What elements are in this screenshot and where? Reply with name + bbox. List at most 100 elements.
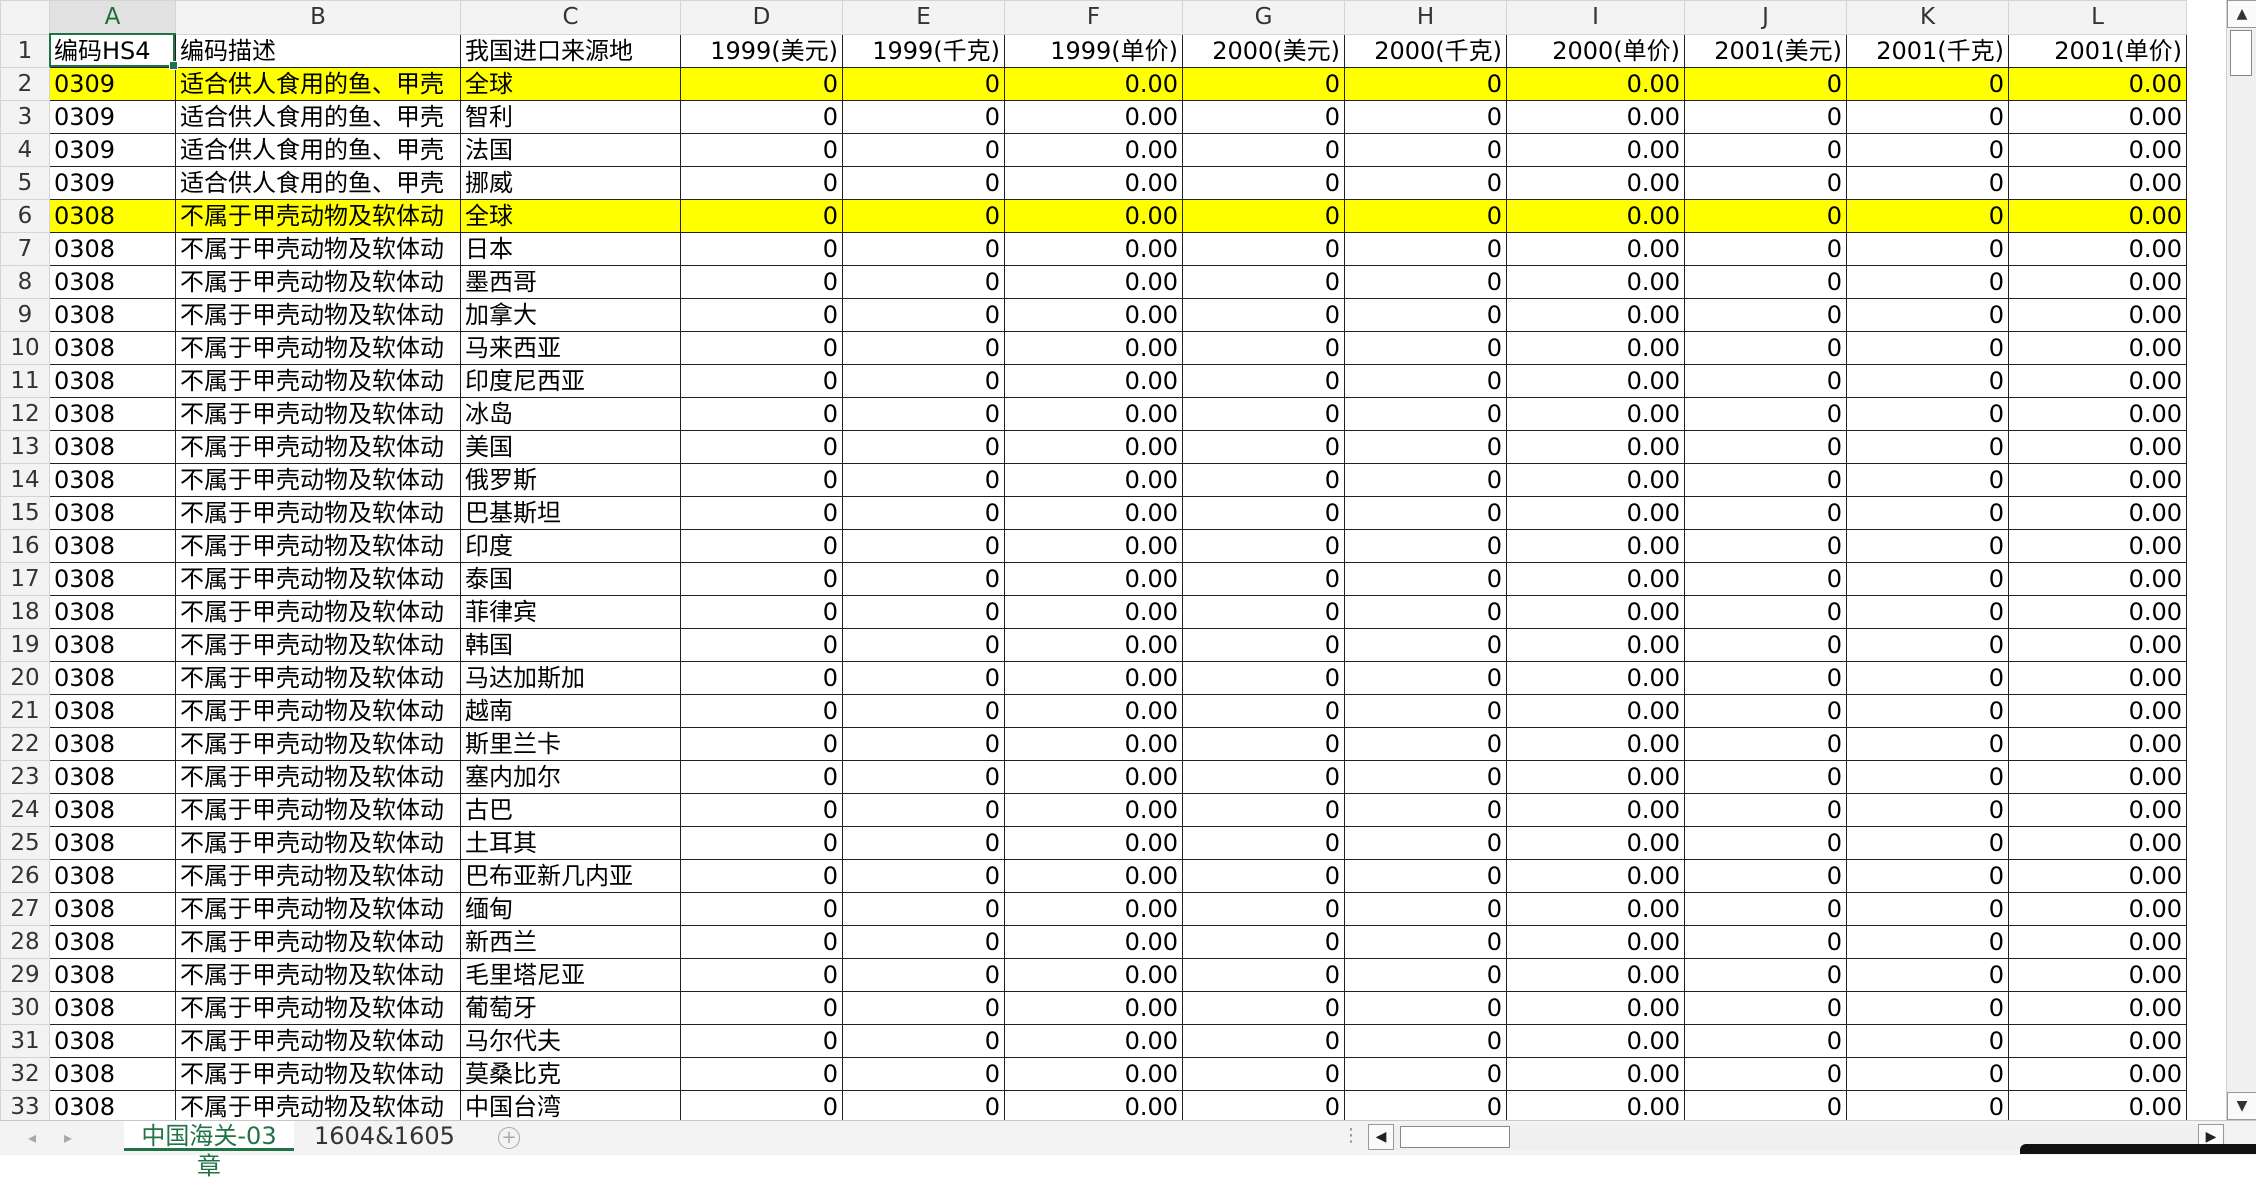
cell-b[interactable]: 不属于甲壳动物及软体动 — [175, 430, 461, 464]
cell-l[interactable]: 0.00 — [2008, 529, 2187, 563]
cell-k[interactable]: 0 — [1846, 925, 2009, 959]
cell-l[interactable]: 0.00 — [2008, 694, 2187, 728]
cell-g[interactable]: 0 — [1182, 892, 1345, 926]
cell-b[interactable]: 不属于甲壳动物及软体动 — [175, 1090, 461, 1124]
cell-g[interactable]: 0 — [1182, 562, 1345, 596]
cell-g[interactable]: 0 — [1182, 859, 1345, 893]
cell-c[interactable]: 新西兰 — [460, 925, 681, 959]
cell-a[interactable]: 0308 — [49, 562, 176, 596]
cell-g[interactable]: 0 — [1182, 67, 1345, 101]
cell-f[interactable]: 0.00 — [1004, 298, 1183, 332]
cell-i[interactable]: 0.00 — [1506, 694, 1685, 728]
cell-k[interactable]: 0 — [1846, 430, 2009, 464]
cell-j[interactable]: 0 — [1684, 760, 1847, 794]
cell-a[interactable]: 0308 — [49, 430, 176, 464]
cell-h[interactable]: 0 — [1344, 397, 1507, 431]
cell-a[interactable]: 0308 — [49, 529, 176, 563]
cell-k[interactable]: 0 — [1846, 628, 2009, 662]
cell-i[interactable]: 0.00 — [1506, 1057, 1685, 1091]
cell-l[interactable]: 0.00 — [2008, 133, 2187, 167]
cell-c[interactable]: 全球 — [460, 199, 681, 233]
cell-j[interactable]: 0 — [1684, 1057, 1847, 1091]
cell-f[interactable]: 0.00 — [1004, 694, 1183, 728]
row-header[interactable]: 11 — [0, 364, 50, 398]
cell-d[interactable]: 0 — [680, 694, 843, 728]
cell-f[interactable]: 0.00 — [1004, 958, 1183, 992]
cell-h[interactable]: 0 — [1344, 595, 1507, 629]
cell-j[interactable]: 0 — [1684, 100, 1847, 134]
cell-e[interactable]: 0 — [842, 232, 1005, 266]
cell-b[interactable]: 不属于甲壳动物及软体动 — [175, 661, 461, 695]
cell-a[interactable]: 0308 — [49, 1024, 176, 1058]
cell-b[interactable]: 不属于甲壳动物及软体动 — [175, 859, 461, 893]
cell-k[interactable]: 0 — [1846, 958, 2009, 992]
cell-a[interactable]: 0308 — [49, 793, 176, 827]
cell-l[interactable]: 0.00 — [2008, 67, 2187, 101]
row-header[interactable]: 7 — [0, 232, 50, 266]
cell-e[interactable]: 0 — [842, 364, 1005, 398]
cell-i[interactable]: 0.00 — [1506, 199, 1685, 233]
cell-g[interactable]: 0 — [1182, 430, 1345, 464]
cell-l[interactable]: 0.00 — [2008, 727, 2187, 761]
cell-l[interactable]: 0.00 — [2008, 1024, 2187, 1058]
cell-g[interactable]: 0 — [1182, 1057, 1345, 1091]
cell-a[interactable]: 0308 — [49, 397, 176, 431]
cell-g[interactable]: 0 — [1182, 100, 1345, 134]
cell-j[interactable]: 0 — [1684, 1024, 1847, 1058]
cell-i[interactable]: 0.00 — [1506, 298, 1685, 332]
cell-e[interactable]: 0 — [842, 529, 1005, 563]
cell-e[interactable]: 0 — [842, 1090, 1005, 1124]
row-header[interactable]: 20 — [0, 661, 50, 695]
cell-h[interactable]: 0 — [1344, 661, 1507, 695]
cell-k[interactable]: 0 — [1846, 760, 2009, 794]
cell-e[interactable]: 1999(千克) — [842, 33, 1005, 68]
cell-d[interactable]: 0 — [680, 1057, 843, 1091]
cell-d[interactable]: 0 — [680, 1024, 843, 1058]
cell-a[interactable]: 0309 — [49, 133, 176, 167]
cell-i[interactable]: 0.00 — [1506, 232, 1685, 266]
row-header[interactable]: 15 — [0, 496, 50, 530]
cell-e[interactable]: 0 — [842, 760, 1005, 794]
cell-j[interactable]: 0 — [1684, 958, 1847, 992]
cell-i[interactable]: 0.00 — [1506, 991, 1685, 1025]
cell-j[interactable]: 0 — [1684, 892, 1847, 926]
cell-j[interactable]: 0 — [1684, 826, 1847, 860]
cell-g[interactable]: 0 — [1182, 760, 1345, 794]
cell-f[interactable]: 0.00 — [1004, 859, 1183, 893]
cell-j[interactable]: 0 — [1684, 166, 1847, 200]
cell-l[interactable]: 0.00 — [2008, 760, 2187, 794]
cell-d[interactable]: 0 — [680, 430, 843, 464]
cell-i[interactable]: 0.00 — [1506, 628, 1685, 662]
horizontal-scroll-thumb[interactable] — [1400, 1126, 1510, 1148]
cell-c[interactable]: 印度 — [460, 529, 681, 563]
cell-d[interactable]: 0 — [680, 496, 843, 530]
cell-a[interactable]: 0308 — [49, 628, 176, 662]
cell-i[interactable]: 0.00 — [1506, 760, 1685, 794]
cell-g[interactable]: 0 — [1182, 529, 1345, 563]
cell-a[interactable]: 0308 — [49, 496, 176, 530]
row-header[interactable]: 4 — [0, 133, 50, 167]
row-header[interactable]: 33 — [0, 1090, 50, 1124]
cell-e[interactable]: 0 — [842, 67, 1005, 101]
row-header[interactable]: 29 — [0, 958, 50, 992]
cell-c[interactable]: 缅甸 — [460, 892, 681, 926]
cell-i[interactable]: 0.00 — [1506, 364, 1685, 398]
cell-d[interactable]: 0 — [680, 958, 843, 992]
cell-a[interactable]: 0308 — [49, 859, 176, 893]
scroll-up-icon[interactable]: ▲ — [2227, 0, 2256, 28]
cell-k[interactable]: 0 — [1846, 529, 2009, 563]
cell-h[interactable]: 0 — [1344, 1024, 1507, 1058]
cell-i[interactable]: 0.00 — [1506, 1024, 1685, 1058]
cell-d[interactable]: 0 — [680, 133, 843, 167]
cell-l[interactable]: 0.00 — [2008, 100, 2187, 134]
cell-j[interactable]: 0 — [1684, 1090, 1847, 1124]
cell-l[interactable]: 0.00 — [2008, 859, 2187, 893]
cell-b[interactable]: 不属于甲壳动物及软体动 — [175, 628, 461, 662]
cell-i[interactable]: 0.00 — [1506, 1090, 1685, 1124]
cell-k[interactable]: 0 — [1846, 100, 2009, 134]
cell-f[interactable]: 0.00 — [1004, 364, 1183, 398]
cell-h[interactable]: 0 — [1344, 166, 1507, 200]
cell-b[interactable]: 不属于甲壳动物及软体动 — [175, 529, 461, 563]
column-header-h[interactable]: H — [1344, 0, 1507, 35]
cell-k[interactable]: 2001(千克) — [1846, 33, 2009, 68]
